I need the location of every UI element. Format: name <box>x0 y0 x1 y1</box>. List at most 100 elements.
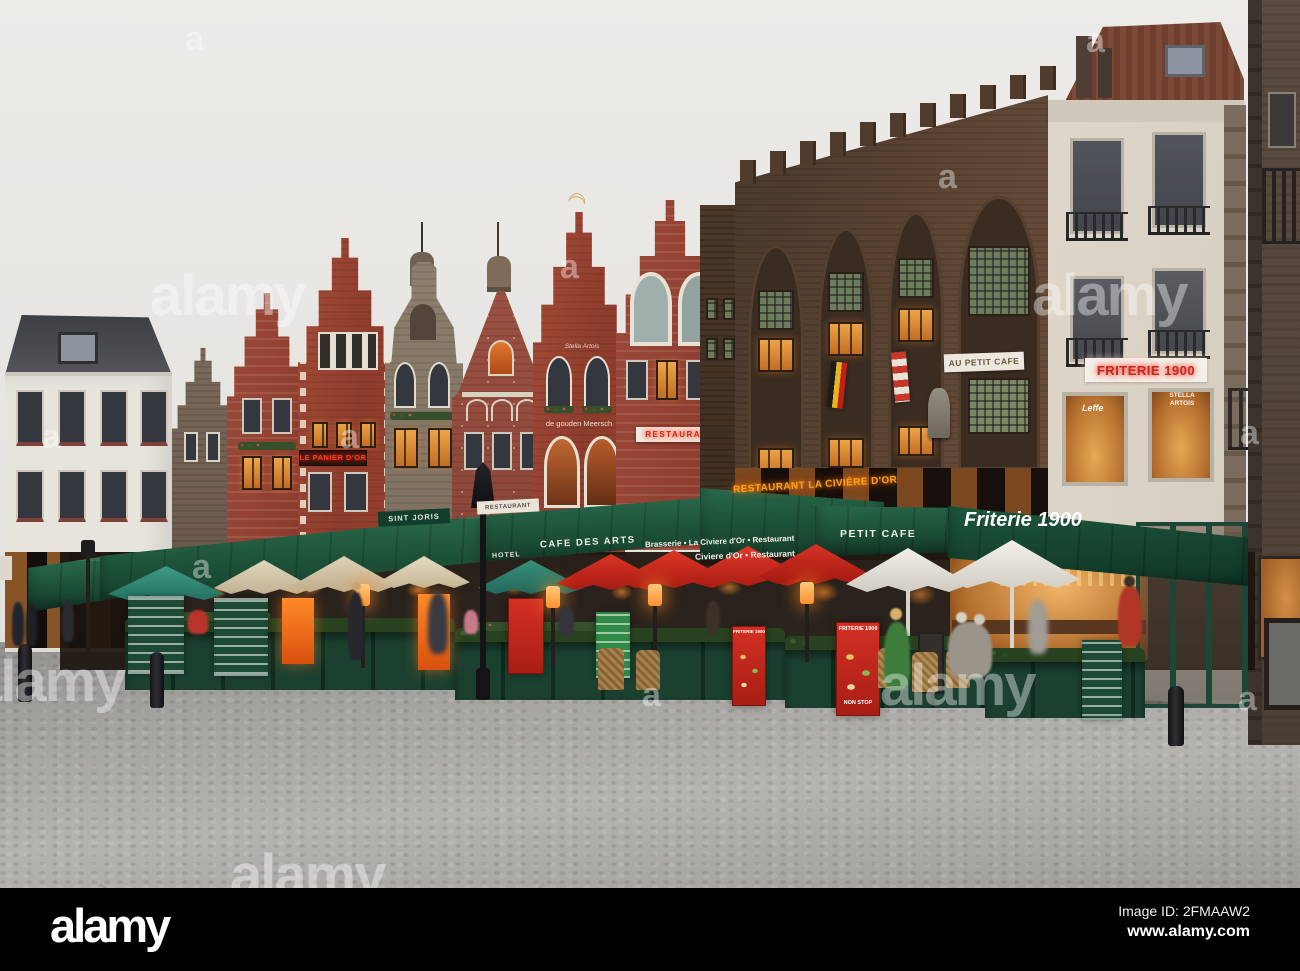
person <box>12 602 24 646</box>
bollard <box>150 652 164 708</box>
wicker-chair <box>636 650 660 690</box>
le-panier-dor-label: LE PANIER D'OR <box>299 453 367 463</box>
leaded-window <box>828 272 864 312</box>
window <box>58 390 86 446</box>
lit-window <box>394 428 418 468</box>
framed-picture <box>1264 618 1300 710</box>
lit-window <box>898 308 934 342</box>
person-seated-pair <box>948 622 992 678</box>
window <box>626 360 648 400</box>
stella-artois-window-sign: STELLA ARTOIS <box>1169 392 1195 407</box>
friterie-menu-header: FRITERIE 1900 <box>733 629 765 634</box>
gable-window-strip <box>318 332 378 370</box>
person-green-jacket <box>884 622 910 690</box>
leaded-window <box>968 378 1030 434</box>
window <box>58 470 86 522</box>
person-seated <box>706 600 720 634</box>
person-seated <box>188 610 208 634</box>
au-petit-cafe-label: AU PETIT CAFE <box>948 355 1020 368</box>
person-head <box>352 582 361 591</box>
lit-window <box>828 438 864 468</box>
chimney <box>1098 48 1112 98</box>
window <box>100 470 128 522</box>
window <box>184 432 198 462</box>
leaded-window <box>758 290 794 330</box>
leaded-window <box>706 338 718 360</box>
menu-board-orange <box>282 598 314 664</box>
window <box>492 432 512 470</box>
restaurant-white-board-label: RESTAURANT <box>484 502 532 511</box>
leaded-window <box>898 258 934 298</box>
lit-window <box>312 422 328 448</box>
window <box>140 470 168 522</box>
heater-pole <box>805 604 809 662</box>
roof-skylight <box>1165 45 1205 77</box>
alamy-footer-bar: alamy Image ID: 2FMAAW2 www.alamy.com <box>0 888 1300 971</box>
window <box>584 356 610 410</box>
merlon <box>860 122 876 146</box>
balcony <box>1262 168 1300 244</box>
terrace-heater <box>546 586 560 608</box>
spire-pole <box>421 222 423 256</box>
lamppost-main <box>480 505 486 695</box>
friterie-1900-sign: FRITERIE 1900 <box>1085 358 1207 382</box>
friterie-menu-footer: NON STOP <box>843 700 873 706</box>
lit-window <box>360 422 376 448</box>
window <box>344 472 368 512</box>
person <box>26 604 37 646</box>
heater-pole <box>551 608 555 666</box>
window <box>16 470 44 522</box>
window <box>394 362 416 408</box>
image-id: Image ID: 2FMAAW2 <box>1118 903 1250 919</box>
person-standing <box>348 592 364 660</box>
crescent-ornament: ☾ <box>562 189 591 213</box>
window <box>140 390 168 446</box>
roof-skylight <box>58 332 98 364</box>
niche <box>410 304 436 340</box>
window <box>428 362 450 408</box>
merlon <box>1010 75 1026 99</box>
person-walking <box>428 592 448 654</box>
flower-box <box>390 412 454 420</box>
merlon <box>890 113 906 137</box>
stella-artois-painted: Stella Artois <box>564 343 600 350</box>
arched-window <box>630 272 672 346</box>
window <box>272 398 292 434</box>
person-blurred <box>1028 600 1048 654</box>
window <box>16 390 44 446</box>
merlon <box>950 94 966 118</box>
lit-window <box>428 428 452 468</box>
arch-ornament <box>491 399 513 421</box>
alamy-logo: alamy <box>50 899 171 952</box>
friterie-1900-label: FRITERIE 1900 <box>1096 362 1196 378</box>
leaded-window <box>968 246 1030 316</box>
au-petit-cafe-sign: AU PETIT CAFE <box>943 351 1025 373</box>
person-red-shirt <box>1118 586 1142 646</box>
cornice <box>1048 100 1244 124</box>
lit-window <box>758 338 794 372</box>
window <box>308 472 332 512</box>
window <box>242 398 262 434</box>
shop-sign <box>0 556 12 580</box>
merlon <box>740 160 756 184</box>
window <box>464 432 484 470</box>
menu-board-red <box>508 598 544 674</box>
shop-arch-window <box>544 436 580 508</box>
menu-board-green <box>1082 640 1122 720</box>
gable-lit-window <box>488 340 514 376</box>
lit-window <box>336 422 352 448</box>
arch-band <box>462 392 540 397</box>
friterie-awning-label: Friterie 1900 <box>964 509 1082 531</box>
alamy-url: www.alamy.com <box>1127 923 1250 940</box>
terrace-heater <box>648 584 662 606</box>
window <box>546 356 572 410</box>
terrace-heater <box>800 582 814 604</box>
wicker-chair <box>598 648 624 690</box>
flower-box <box>582 406 612 413</box>
sint-joris-label: SINT JORIS <box>387 511 441 524</box>
chimney <box>1076 36 1092 98</box>
wicker-chair <box>912 652 938 692</box>
stock-photo-bruges-markt: LE PANIER D'OR ☾ Stella Artois de gouden… <box>0 0 1300 971</box>
window <box>100 390 128 446</box>
balconette <box>1148 206 1210 235</box>
